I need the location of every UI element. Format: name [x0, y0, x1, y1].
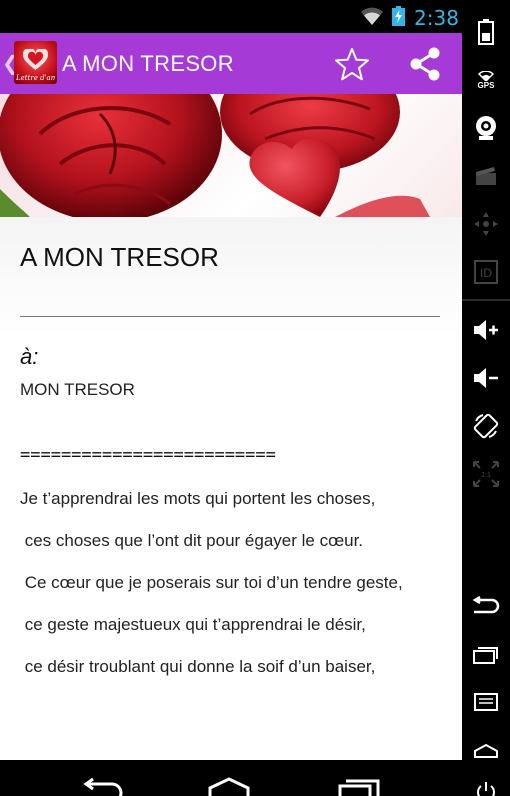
recipient-name: MON TRESOR: [20, 380, 135, 399]
system-nav-bar: [0, 760, 462, 796]
svg-text:ID: ID: [480, 266, 492, 280]
poem-line: Je t’apprendrai les mots qui portent les…: [20, 489, 376, 508]
back-icon[interactable]: [470, 590, 502, 622]
poem-line: ce désir troublant qui donne la soif d’u…: [20, 657, 376, 676]
app-icon[interactable]: Lettre d'amour: [14, 41, 57, 84]
action-bar: ❮ Lettre d'amour A MON TRESOR: [0, 33, 462, 94]
back-icon[interactable]: [78, 776, 124, 796]
home-icon[interactable]: [206, 776, 252, 796]
poem-line: Ce cœur que je poserais sur toi d’un ten…: [20, 573, 403, 592]
article-view[interactable]: A MON TRESOR à: MON TRESOR =============…: [0, 94, 462, 760]
poem-line: ce geste majestueux qui t’apprendrai le …: [20, 615, 366, 634]
clapper-icon[interactable]: [470, 160, 502, 192]
rotate-icon[interactable]: [470, 410, 502, 442]
recent-apps-icon[interactable]: [470, 638, 502, 670]
wifi-icon: [361, 7, 383, 25]
volume-down-icon[interactable]: [470, 362, 502, 394]
app-title: A MON TRESOR: [62, 51, 234, 76]
power-icon[interactable]: [470, 776, 502, 796]
volume-up-icon[interactable]: [470, 314, 502, 346]
poem-line: ces choses que l’ont dit pour égayer le …: [20, 531, 364, 550]
home-icon[interactable]: [470, 734, 502, 766]
letter-body: A MON TRESOR à: MON TRESOR =============…: [0, 217, 462, 760]
battery-charging-icon: [392, 6, 405, 26]
menu-icon[interactable]: [470, 686, 502, 718]
clock: 2:38: [414, 6, 459, 30]
separator-line: =========================: [20, 445, 276, 465]
status-bar: 2:38: [0, 0, 462, 33]
app-icon-caption: Lettre d'amour: [16, 74, 55, 82]
emulator-side-nav: GPS ID 1:1: [462, 0, 510, 796]
dpad-icon[interactable]: [470, 208, 502, 240]
svg-text:1:1: 1:1: [481, 472, 491, 479]
side-nav-divider: [462, 299, 510, 301]
heart-icon: [23, 49, 48, 70]
recent-apps-icon[interactable]: [336, 776, 382, 796]
id-icon[interactable]: ID: [470, 256, 502, 288]
gps-label: GPS: [477, 80, 495, 90]
roses-illustration: [0, 94, 430, 217]
recipient-label: à:: [20, 344, 39, 369]
camera-icon[interactable]: [470, 112, 502, 144]
battery-icon[interactable]: [470, 16, 502, 48]
gps-icon[interactable]: GPS: [470, 64, 502, 96]
letter-title: A MON TRESOR: [20, 242, 219, 272]
share-icon[interactable]: [408, 47, 442, 81]
roses-banner-image: [0, 94, 462, 217]
title-divider: [20, 316, 440, 317]
scale-icon[interactable]: 1:1: [470, 458, 502, 490]
star-icon[interactable]: [334, 47, 370, 81]
